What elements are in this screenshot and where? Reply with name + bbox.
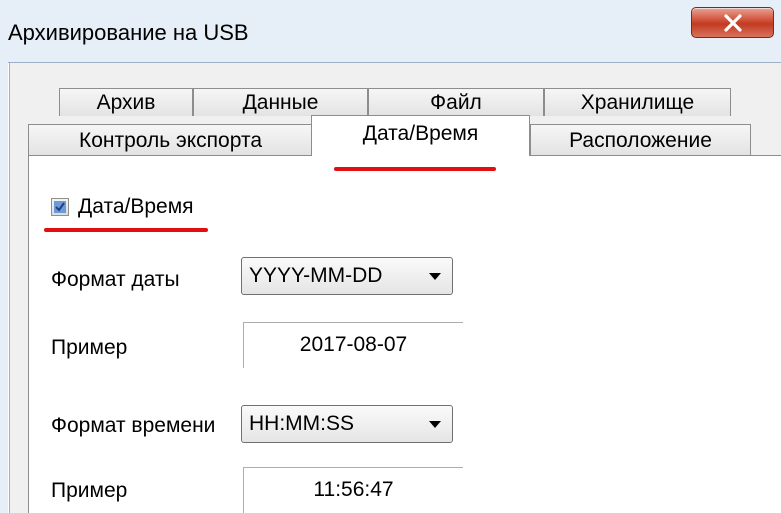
chevron-down-icon (429, 421, 441, 428)
window-title: Архивирование на USB (8, 20, 249, 45)
date-format-label: Формат даты (51, 268, 180, 291)
tab-file[interactable]: Файл (368, 88, 544, 116)
checkmark-icon (54, 201, 66, 213)
time-example-value: 11:56:47 (313, 478, 394, 501)
tab-location[interactable]: Расположение (530, 124, 751, 155)
close-button[interactable] (691, 7, 774, 38)
tab-label: Расположение (569, 129, 712, 152)
date-example-field: 2017-08-07 (243, 322, 463, 368)
tab-label: Контроль экспорта (78, 129, 263, 152)
time-format-select[interactable]: HH:MM:SS (241, 405, 453, 443)
date-example-label: Пример (51, 336, 128, 359)
tab-data[interactable]: Данные (193, 88, 368, 116)
tab-date-time[interactable]: Дата/Время (311, 115, 530, 156)
tab-label: Архив (96, 91, 156, 114)
tab-label: Файл (430, 91, 482, 114)
date-format-value: YYYY-MM-DD (249, 264, 383, 287)
highlight-underline-tab (334, 167, 496, 171)
tab-archive[interactable]: Архив (59, 88, 193, 116)
time-example-field: 11:56:47 (243, 467, 463, 513)
close-icon (724, 14, 742, 32)
tab-storage[interactable]: Хранилище (544, 88, 731, 116)
datetime-checkbox-label[interactable]: Дата/Время (78, 195, 194, 219)
highlight-underline-checkbox (44, 228, 208, 232)
title-bar[interactable]: Архивирование на USB (0, 0, 781, 62)
datetime-checkbox[interactable] (51, 198, 69, 216)
tab-label: Дата/Время (362, 122, 479, 145)
date-format-select[interactable]: YYYY-MM-DD (241, 257, 453, 295)
date-example-value: 2017-08-07 (299, 333, 408, 356)
tab-label: Хранилище (580, 91, 695, 114)
tab-label: Данные (242, 91, 319, 114)
time-format-label: Формат времени (51, 414, 216, 437)
tab-export-control[interactable]: Контроль экспорта (28, 124, 313, 155)
time-example-label: Пример (51, 479, 128, 502)
window-frame (0, 62, 8, 513)
chevron-down-icon (429, 273, 441, 280)
time-format-value: HH:MM:SS (249, 412, 354, 435)
